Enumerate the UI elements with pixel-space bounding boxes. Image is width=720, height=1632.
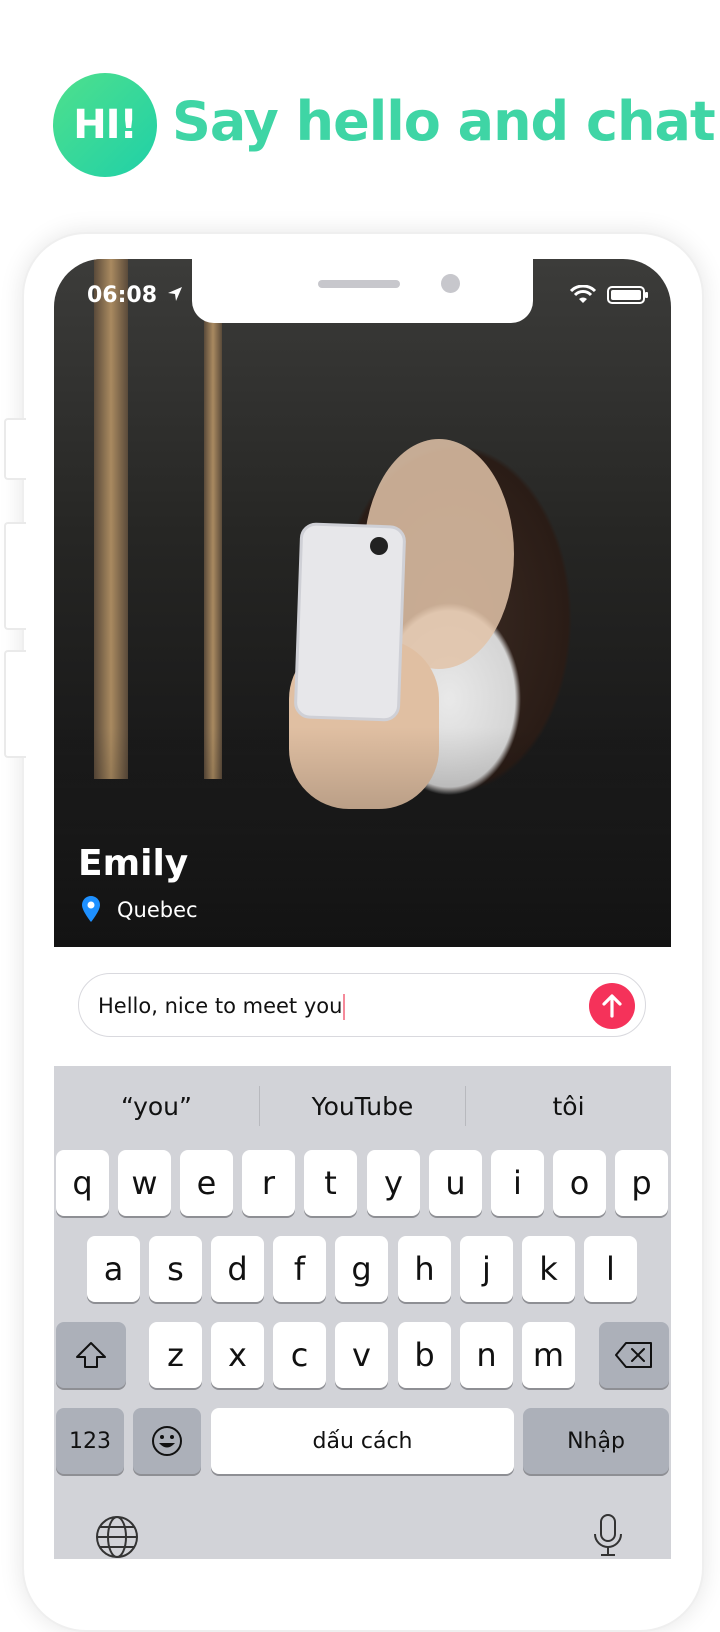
key-l[interactable]: l (584, 1236, 637, 1302)
phone-screen: 06:08 Emily Quebec Hello, nice to meet y… (54, 259, 671, 1559)
key-k[interactable]: k (522, 1236, 575, 1302)
send-arrow-icon (602, 994, 622, 1018)
key-w[interactable]: w (118, 1150, 171, 1216)
key-d[interactable]: d (211, 1236, 264, 1302)
key-c[interactable]: c (273, 1322, 326, 1388)
emoji-key[interactable] (133, 1408, 201, 1474)
microphone-icon[interactable] (592, 1512, 624, 1559)
key-j[interactable]: j (460, 1236, 513, 1302)
notch (192, 259, 533, 323)
key-m[interactable]: m (522, 1322, 575, 1388)
location-pin-icon (82, 896, 100, 922)
suggestion-2[interactable]: YouTube (260, 1092, 465, 1121)
key-b[interactable]: b (398, 1322, 451, 1388)
hi-badge: HI! (53, 73, 157, 177)
side-button-volume-up (4, 522, 26, 630)
send-button[interactable] (589, 983, 635, 1029)
suggestion-bar: “you” YouTube tôi (54, 1066, 671, 1146)
wifi-icon (569, 285, 597, 303)
key-y[interactable]: y (367, 1150, 420, 1216)
space-key[interactable]: dấu cách (211, 1408, 514, 1474)
key-s[interactable]: s (149, 1236, 202, 1302)
profile-name: Emily (78, 843, 189, 884)
key-u[interactable]: u (429, 1150, 482, 1216)
message-input[interactable]: Hello, nice to meet you (98, 994, 346, 1020)
globe-icon[interactable] (94, 1514, 140, 1559)
key-t[interactable]: t (304, 1150, 357, 1216)
message-input-bar[interactable]: Hello, nice to meet you (78, 973, 646, 1037)
key-v[interactable]: v (335, 1322, 388, 1388)
side-button-mute (4, 418, 26, 480)
key-o[interactable]: o (553, 1150, 606, 1216)
battery-icon (607, 286, 648, 304)
key-r[interactable]: r (242, 1150, 295, 1216)
status-time: 06:08 (87, 283, 158, 308)
key-a[interactable]: a (87, 1236, 140, 1302)
status-icons (569, 285, 649, 305)
shift-key[interactable] (56, 1322, 126, 1388)
message-input-value: Hello, nice to meet you (98, 994, 343, 1018)
backspace-icon (615, 1342, 652, 1368)
side-button-volume-down (4, 650, 26, 758)
emoji-icon (152, 1426, 182, 1456)
key-n[interactable]: n (460, 1322, 513, 1388)
key-i[interactable]: i (491, 1150, 544, 1216)
key-p[interactable]: p (615, 1150, 668, 1216)
text-caret (343, 994, 346, 1020)
location-services-icon (168, 287, 182, 301)
profile-location: Quebec (117, 898, 198, 922)
promo-header: HI! Say hello and chat (0, 0, 720, 230)
keyboard: “you” YouTube tôi q w e r t y u i o p a … (54, 1066, 671, 1559)
suggestion-1[interactable]: “you” (54, 1092, 259, 1121)
key-q[interactable]: q (56, 1150, 109, 1216)
key-x[interactable]: x (211, 1322, 264, 1388)
key-e[interactable]: e (180, 1150, 233, 1216)
numbers-key[interactable]: 123 (56, 1408, 124, 1474)
suggestion-3[interactable]: tôi (466, 1092, 671, 1121)
front-camera (441, 274, 460, 293)
backspace-key[interactable] (599, 1322, 669, 1388)
shift-icon (76, 1342, 106, 1368)
key-h[interactable]: h (398, 1236, 451, 1302)
key-z[interactable]: z (149, 1322, 202, 1388)
headline: Say hello and chat (172, 90, 716, 153)
key-g[interactable]: g (335, 1236, 388, 1302)
key-f[interactable]: f (273, 1236, 326, 1302)
speaker (318, 280, 400, 288)
return-key[interactable]: Nhập (523, 1408, 669, 1474)
